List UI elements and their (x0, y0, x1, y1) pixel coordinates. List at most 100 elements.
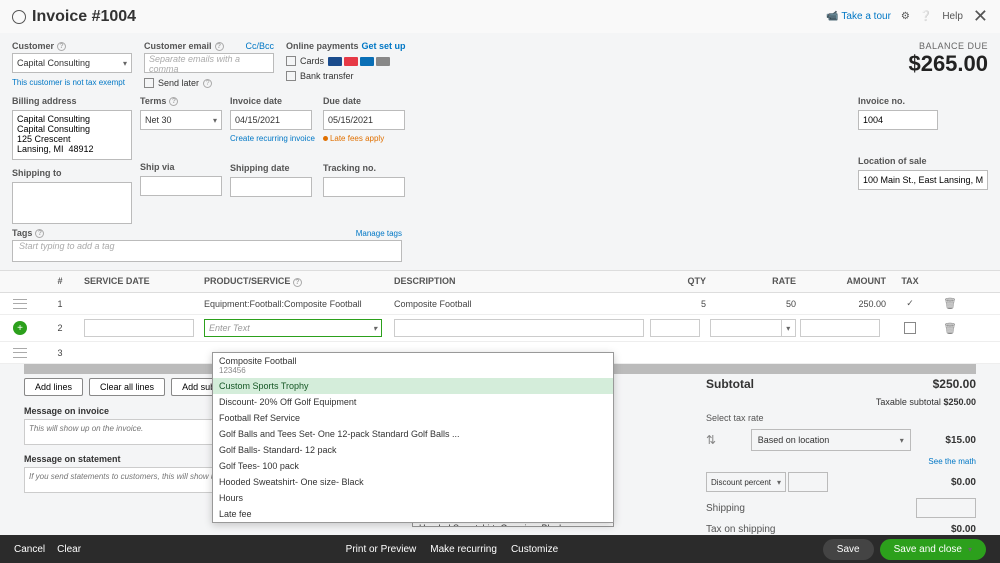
product-dropdown[interactable]: Composite Football123456 Custom Sports T… (212, 352, 614, 523)
due-date-label: Due date (323, 96, 405, 106)
shipping-label: Shipping (706, 503, 745, 514)
send-later-checkbox[interactable] (144, 78, 154, 88)
customize-button[interactable]: Customize (511, 544, 558, 555)
swap-icon[interactable]: ⇅ (706, 433, 716, 447)
trash-icon[interactable]: 🗑 (943, 323, 957, 335)
discount-type-select[interactable]: Discount percent▾ (706, 472, 786, 492)
print-preview-button[interactable]: Print or Preview (346, 544, 417, 555)
ship-via-input[interactable] (140, 176, 222, 196)
tracking-input[interactable] (323, 177, 405, 197)
gear-icon[interactable]: ⚙ (901, 11, 910, 22)
history-icon[interactable] (12, 10, 26, 24)
tax-amount: $15.00 (945, 435, 976, 446)
tour-icon: 📹 (826, 11, 838, 22)
col-product: PRODUCT/SERVICE ? (200, 276, 390, 287)
cards-checkbox[interactable] (286, 56, 296, 66)
tax-exempt-link[interactable]: This customer is not tax exempt (12, 78, 132, 87)
tax-check-icon[interactable]: ✓ (906, 298, 914, 308)
clear-lines-button[interactable]: Clear all lines (89, 378, 165, 396)
chevron-down-icon: ▾ (968, 545, 972, 554)
table-row: 1 Equipment:Football:Composite Football … (0, 293, 1000, 315)
col-num: # (40, 276, 80, 287)
bank-checkbox[interactable] (286, 71, 296, 81)
save-button[interactable]: Save (823, 539, 874, 560)
tax-shipping-label: Tax on shipping (706, 524, 776, 535)
invoice-date-label: Invoice date (230, 96, 315, 106)
select-tax-label: Select tax rate (706, 413, 764, 423)
invoice-no-label: Invoice no. (858, 96, 988, 106)
drag-handle-icon[interactable] (13, 348, 27, 358)
col-rate: RATE (710, 276, 800, 287)
customer-label: Customer? (12, 41, 132, 51)
save-and-close-button[interactable]: Save and close▾ (880, 539, 986, 560)
terms-label: Terms? (140, 96, 222, 106)
subtotal-value: $250.00 (933, 377, 976, 391)
table-row: + 2 Enter Text▾ ▾ 🗑 (0, 315, 1000, 342)
rate-input[interactable] (710, 319, 782, 337)
make-recurring-button[interactable]: Make recurring (430, 544, 497, 555)
due-date-input[interactable]: 05/15/2021 (323, 110, 405, 130)
customer-select[interactable]: Capital Consulting ▾ (12, 53, 132, 73)
clear-button[interactable]: Clear (57, 544, 81, 555)
manage-tags-link[interactable]: Manage tags (356, 229, 402, 238)
ship-via-label: Ship via (140, 162, 222, 172)
col-date: SERVICE DATE (80, 276, 200, 287)
send-later-label: Send later (158, 78, 199, 88)
email-input[interactable]: Separate emails with a comma (144, 53, 274, 73)
see-math-link[interactable]: See the math (928, 457, 976, 466)
shipping-date-label: Shipping date (230, 163, 315, 173)
taxable-subtotal-label: Taxable subtotal $250.00 (876, 397, 976, 407)
add-lines-button[interactable]: Add lines (24, 378, 83, 396)
product-cell[interactable]: Equipment:Football:Composite Football (200, 299, 390, 309)
subtotal-label: Subtotal (706, 377, 754, 391)
online-payments-label: Online payments Get set up (286, 41, 406, 51)
col-tax: TAX (890, 276, 930, 287)
tags-input[interactable]: Start typing to add a tag (12, 240, 402, 262)
shipping-to-label: Shipping to (12, 168, 132, 178)
late-fees-link[interactable]: Late fees apply (323, 134, 405, 143)
shipping-date-input[interactable] (230, 177, 312, 197)
chevron-down-icon: ▾ (123, 59, 127, 68)
card-icons (328, 57, 390, 66)
col-desc: DESCRIPTION (390, 276, 650, 287)
help-icon[interactable]: ❔ (920, 11, 932, 22)
location-label: Location of sale (858, 156, 988, 166)
trash-icon[interactable]: 🗑 (943, 298, 957, 310)
email-label: Customer email? (144, 41, 224, 51)
terms-select[interactable]: Net 30▾ (140, 110, 222, 130)
discount-value-input[interactable] (788, 472, 828, 492)
drag-handle-icon[interactable] (13, 299, 27, 309)
invoice-no-input[interactable] (858, 110, 938, 130)
tax-checkbox[interactable] (904, 322, 916, 334)
location-input[interactable] (858, 170, 988, 190)
balance-due-amount: $265.00 (908, 51, 988, 77)
balance-due-label: BALANCE DUE (908, 41, 988, 51)
col-qty: QTY (650, 276, 710, 287)
amount-input[interactable] (800, 319, 880, 337)
service-date-input[interactable] (84, 319, 194, 337)
close-icon[interactable]: ✕ (973, 6, 988, 27)
tax-rate-select[interactable]: Based on location▾ (751, 429, 911, 451)
qty-input[interactable] (650, 319, 700, 337)
invoice-date-input[interactable]: 04/15/2021 (230, 110, 312, 130)
ccbcc-link[interactable]: Cc/Bcc (245, 41, 274, 51)
create-recurring-link[interactable]: Create recurring invoice (230, 134, 315, 143)
billing-label: Billing address (12, 96, 132, 106)
help-label: Help (942, 11, 963, 22)
billing-address-input[interactable]: Capital Consulting Capital Consulting 12… (12, 110, 132, 160)
page-title: Invoice #1004 (32, 8, 136, 26)
shipping-input[interactable] (916, 498, 976, 518)
col-amount: AMOUNT (800, 276, 890, 287)
take-tour-link[interactable]: 📹 Take a tour (826, 11, 891, 22)
rate-unit-select[interactable]: ▾ (782, 319, 796, 337)
discount-amount: $0.00 (951, 477, 976, 488)
tracking-label: Tracking no. (323, 163, 405, 173)
description-input[interactable] (394, 319, 644, 337)
tax-shipping-value: $0.00 (951, 524, 976, 535)
cancel-button[interactable]: Cancel (14, 544, 45, 555)
tags-label: Tags? (12, 228, 44, 238)
add-row-icon[interactable]: + (13, 321, 27, 335)
desc-cell[interactable]: Composite Football (390, 299, 650, 309)
shipping-to-input[interactable] (12, 182, 132, 224)
product-service-input[interactable]: Enter Text▾ (204, 319, 382, 337)
